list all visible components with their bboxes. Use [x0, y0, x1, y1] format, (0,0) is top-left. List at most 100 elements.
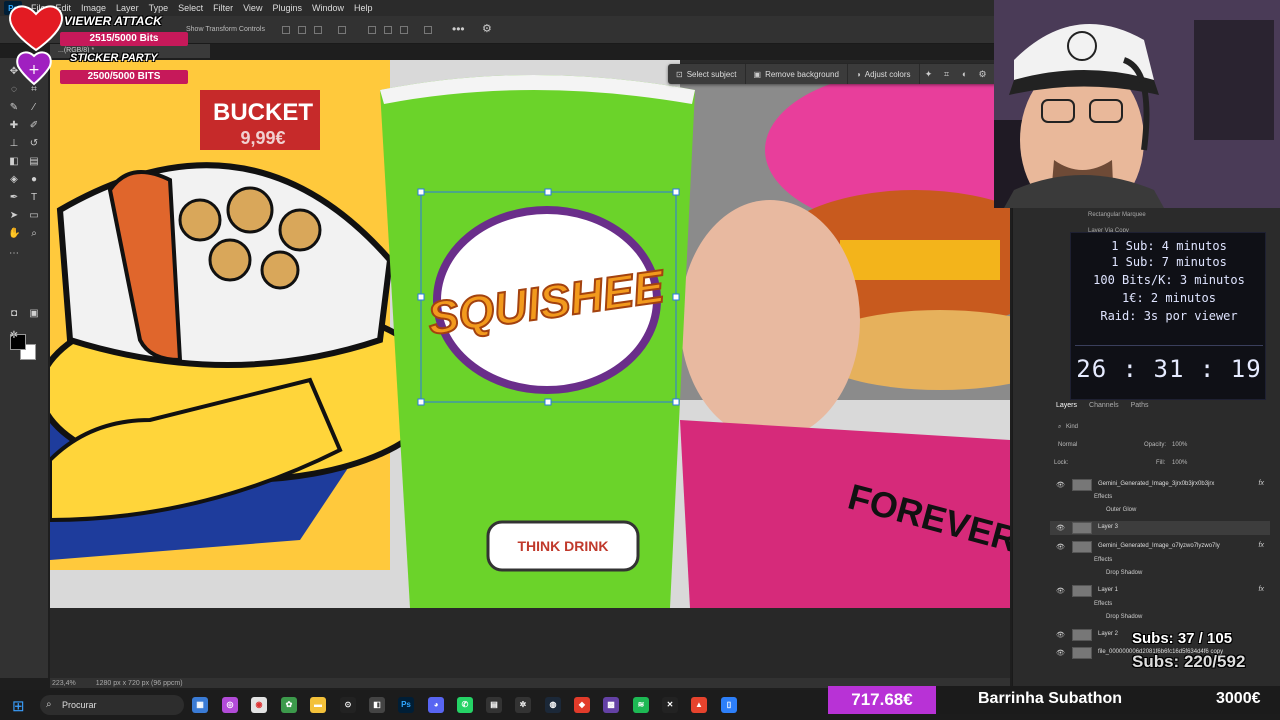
rectangle-tool-icon[interactable]: ▭: [28, 210, 40, 222]
timer-rule-raid: Raid: 3s por viewer: [1100, 309, 1238, 323]
viewer-attack-title: VIEWER ATTACK: [64, 14, 162, 28]
opacity-value[interactable]: 100%: [1172, 442, 1187, 448]
healing-brush-icon[interactable]: ✚: [8, 120, 20, 132]
discord-icon[interactable]: ◕: [428, 697, 444, 713]
layer-row[interactable]: 👁 Layer 1 fx: [1050, 584, 1270, 598]
heart-icon: [9, 5, 63, 52]
visibility-eye-icon[interactable]: 👁: [1056, 587, 1065, 595]
file-explorer-icon[interactable]: ▬: [310, 697, 326, 713]
align-center-icon[interactable]: [298, 26, 306, 34]
app-icon[interactable]: ✿: [281, 697, 297, 713]
visibility-eye-icon[interactable]: 👁: [1056, 481, 1065, 489]
blur-tool-icon[interactable]: ◈: [8, 174, 20, 186]
select-subject-button[interactable]: ⊡ Select subject: [668, 64, 746, 84]
brush-tool-icon[interactable]: ✐: [28, 120, 40, 132]
taskbar-search[interactable]: ⌕ Procurar: [40, 695, 184, 715]
settings-icon[interactable]: ⚙: [974, 69, 992, 80]
canvas-artwork: BUCKET 9,99€ SQUISHEE THINK DRINK FOREVE…: [50, 60, 1010, 608]
clone-stamp-icon[interactable]: ⊥: [8, 138, 20, 150]
document-info[interactable]: 1280 px x 720 px (96 ppcm): [96, 680, 183, 687]
layer-row-selected[interactable]: 👁 Layer 3: [1050, 521, 1270, 535]
distribute-icon[interactable]: [338, 26, 346, 34]
fx-icon[interactable]: fx: [1259, 480, 1264, 487]
subs-goal-1: Subs: 37 / 105: [1132, 630, 1233, 647]
zoom-level[interactable]: 223,4%: [52, 680, 76, 687]
sparkle-icon[interactable]: ✦: [920, 69, 938, 80]
canvas-pasteboard: [50, 608, 1010, 678]
menu-help[interactable]: Help: [349, 3, 378, 13]
spotify-icon[interactable]: ≋: [633, 697, 649, 713]
tab-channels[interactable]: Channels: [1089, 402, 1119, 409]
layer-effect-drop-shadow[interactable]: Drop Shadow: [1106, 570, 1142, 576]
history-item-marquee[interactable]: Rectangular Marquee: [1088, 212, 1146, 218]
layer-effect-outer-glow[interactable]: Outer Glow: [1106, 507, 1136, 513]
menu-plugins[interactable]: Plugins: [267, 3, 307, 13]
hand-tool-icon[interactable]: ✋: [8, 228, 20, 240]
align-bottom-icon[interactable]: [400, 26, 408, 34]
fx-icon[interactable]: fx: [1259, 586, 1264, 593]
path-select-icon[interactable]: ➤: [8, 210, 20, 222]
adjust-colors-button[interactable]: ◑ Adjust colors: [848, 64, 920, 84]
photoshop-taskbar-icon[interactable]: Ps: [398, 697, 414, 713]
pen-tool-icon[interactable]: ✒: [8, 192, 20, 204]
edit-toolbar-icon[interactable]: ✲: [8, 330, 20, 342]
screen-mode-icon[interactable]: ▣: [28, 308, 40, 320]
history-brush-icon[interactable]: ↺: [28, 138, 40, 150]
whatsapp-icon[interactable]: ✆: [457, 697, 473, 713]
align-right-icon[interactable]: [314, 26, 322, 34]
layer-row[interactable]: 👁 Gemini_Generated_Image_o7lyzwo7lyzwo7l…: [1050, 540, 1270, 554]
layer-filter-kind[interactable]: Kind: [1066, 424, 1078, 430]
quick-mask-icon[interactable]: ◘: [8, 308, 20, 320]
more-options-icon[interactable]: •••: [452, 22, 465, 36]
zoom-tool-icon[interactable]: ⌕: [28, 228, 40, 240]
app-icon[interactable]: ▩: [603, 697, 619, 713]
align-top-icon[interactable]: [368, 26, 376, 34]
webcam-feed: [994, 0, 1280, 208]
mask-icon[interactable]: ◐: [956, 69, 974, 79]
app-icon[interactable]: ▯: [721, 697, 737, 713]
layer-row[interactable]: 👁 Gemini_Generated_Image_3jrx0b3jrx0b3jr…: [1050, 478, 1270, 492]
fx-icon[interactable]: fx: [1259, 542, 1264, 549]
fill-value[interactable]: 100%: [1172, 460, 1187, 466]
app-icon[interactable]: ◆: [574, 697, 590, 713]
distribute-vertical-icon[interactable]: [424, 26, 432, 34]
document-canvas[interactable]: BUCKET 9,99€ SQUISHEE THINK DRINK FOREVE…: [50, 60, 1010, 608]
task-view-icon[interactable]: ▦: [192, 697, 208, 713]
steam-icon[interactable]: ◍: [545, 697, 561, 713]
tab-paths[interactable]: Paths: [1131, 402, 1149, 409]
blend-mode-select[interactable]: Normal: [1058, 442, 1077, 448]
visibility-eye-icon[interactable]: 👁: [1056, 631, 1065, 639]
instagram-icon[interactable]: ◎: [222, 697, 238, 713]
app-icon[interactable]: ◧: [369, 697, 385, 713]
eyedropper-icon[interactable]: ⁄: [28, 102, 40, 114]
dodge-tool-icon[interactable]: ●: [28, 174, 40, 186]
app-icon[interactable]: ✲: [515, 697, 531, 713]
app-icon[interactable]: ▲: [691, 697, 707, 713]
eraser-icon[interactable]: ◧: [8, 156, 20, 168]
layer-name: Gemini_Generated_Image_3jrx0b3jrx0b3jrx: [1098, 481, 1215, 487]
menu-view[interactable]: View: [238, 3, 267, 13]
layer-thumbnail: [1072, 479, 1092, 491]
visibility-eye-icon[interactable]: 👁: [1056, 524, 1065, 532]
align-middle-icon[interactable]: [384, 26, 392, 34]
visibility-eye-icon[interactable]: 👁: [1056, 543, 1065, 551]
layer-effect-drop-shadow[interactable]: Drop Shadow: [1106, 614, 1142, 620]
gear-icon[interactable]: ⚙: [482, 22, 492, 35]
app-icon[interactable]: ▤: [486, 697, 502, 713]
remove-background-button[interactable]: ▣ Remove background: [746, 64, 848, 84]
chrome-icon[interactable]: ◉: [251, 697, 267, 713]
menu-window[interactable]: Window: [307, 3, 349, 13]
crop-icon[interactable]: ⌗: [938, 69, 956, 80]
visibility-eye-icon[interactable]: 👁: [1056, 649, 1065, 657]
quick-select-icon[interactable]: ✎: [8, 102, 20, 114]
menu-filter[interactable]: Filter: [208, 3, 238, 13]
layer-thumbnail: [1072, 541, 1092, 553]
type-tool-icon[interactable]: T: [28, 192, 40, 204]
tab-layers[interactable]: Layers: [1056, 402, 1077, 409]
align-left-icon[interactable]: [282, 26, 290, 34]
gradient-icon[interactable]: ▤: [28, 156, 40, 168]
app-icon[interactable]: ⊙: [340, 697, 356, 713]
app-icon[interactable]: ✕: [662, 697, 678, 713]
windows-start-icon[interactable]: ⊞: [12, 697, 25, 715]
more-tools-icon[interactable]: ⋯: [8, 248, 20, 260]
